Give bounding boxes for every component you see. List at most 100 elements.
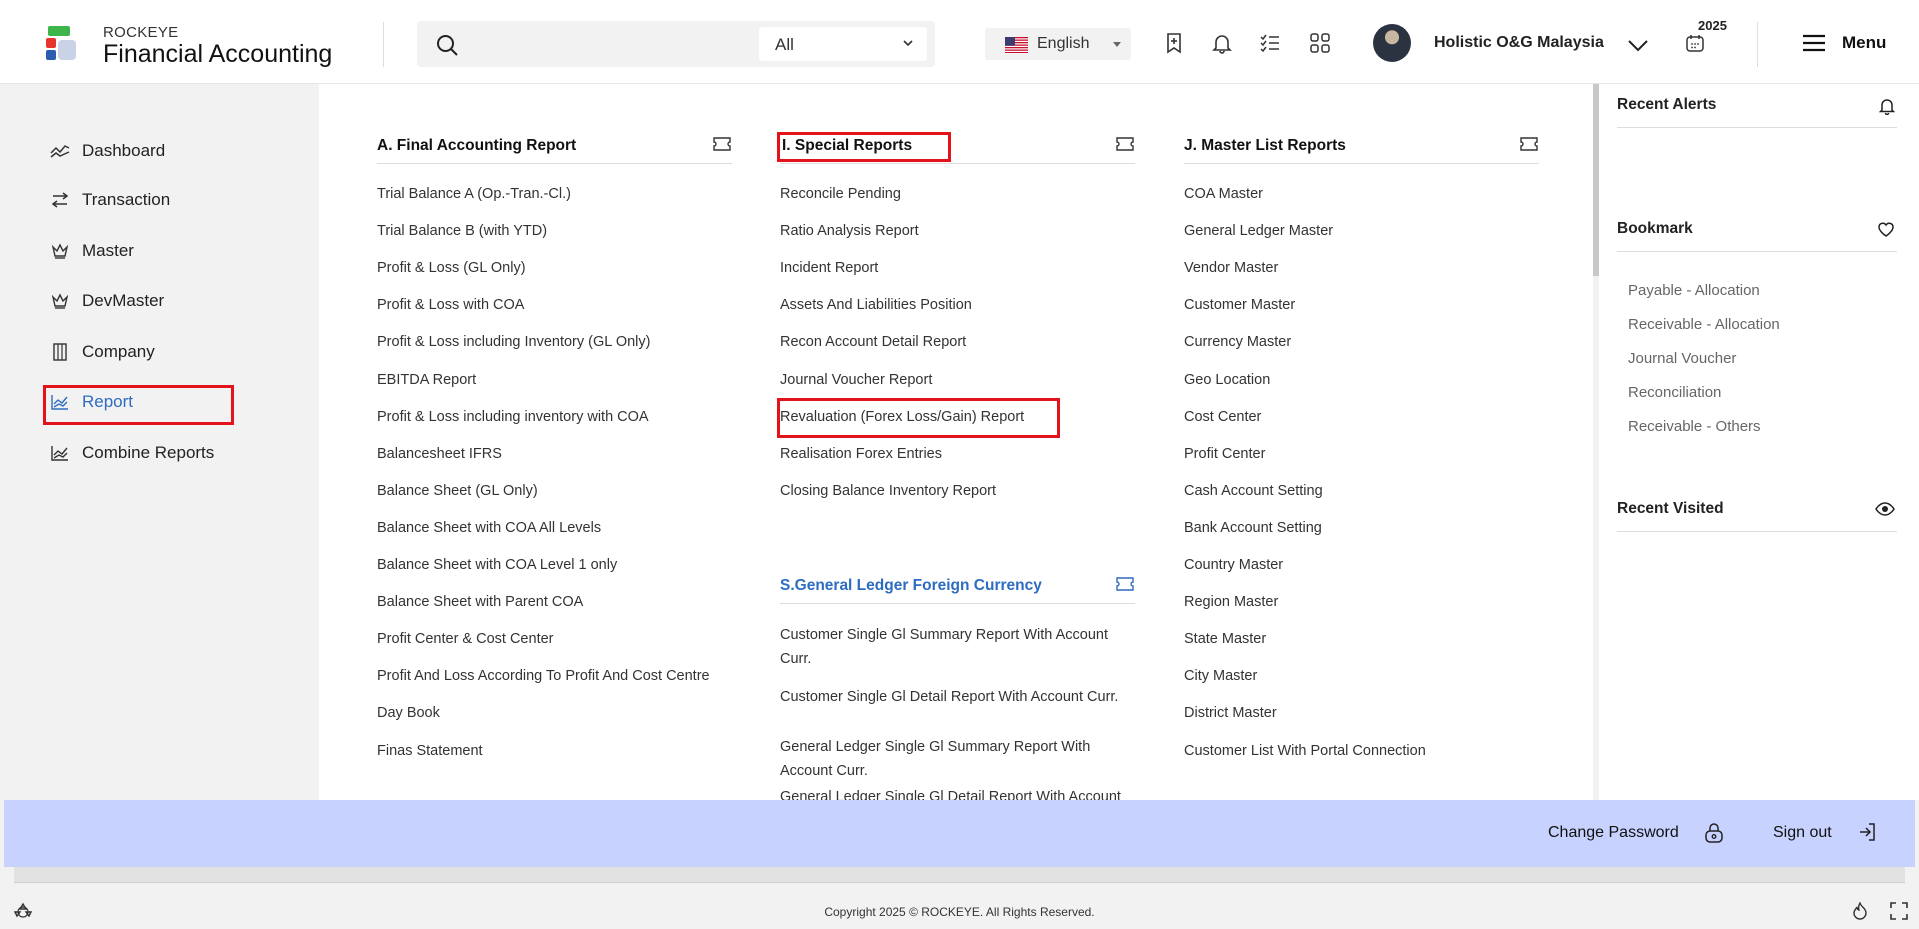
report-link[interactable]: Profit & Loss with COA <box>377 293 732 317</box>
report-link[interactable]: Day Book <box>377 701 732 725</box>
report-link[interactable]: City Master <box>1184 664 1539 688</box>
sign-out-icon[interactable] <box>1858 822 1878 842</box>
fullscreen-icon[interactable] <box>1890 902 1908 920</box>
crown-icon <box>50 241 70 261</box>
report-link[interactable]: Balancesheet IFRS <box>377 442 732 466</box>
report-link[interactable]: Currency Master <box>1184 330 1539 354</box>
bell-icon[interactable] <box>1879 97 1895 115</box>
report-link[interactable]: Recon Account Detail Report <box>780 330 1135 354</box>
search-icon[interactable] <box>435 33 459 62</box>
apps-grid-icon[interactable] <box>1309 32 1331 54</box>
header-divider <box>383 22 384 67</box>
report-link[interactable]: Profit Center <box>1184 442 1539 466</box>
report-link[interactable]: Trial Balance A (Op.-Tran.-Cl.) <box>377 182 732 206</box>
hamburger-menu-icon[interactable] <box>1802 33 1826 53</box>
report-link[interactable]: Cost Center <box>1184 405 1539 429</box>
section-title[interactable]: S.General Ledger Foreign Currency <box>780 577 1042 595</box>
report-link[interactable]: Profit Center & Cost Center <box>377 627 732 651</box>
report-link[interactable]: Country Master <box>1184 553 1539 577</box>
report-link[interactable]: Ratio Analysis Report <box>780 219 1135 243</box>
recent-visited-header: Recent Visited <box>1617 488 1897 532</box>
sidebar-item-master[interactable]: Master <box>50 236 134 266</box>
report-link[interactable]: State Master <box>1184 627 1539 651</box>
eye-icon[interactable] <box>1875 501 1895 517</box>
bookmark-item[interactable]: Payable - Allocation <box>1628 282 1760 299</box>
report-link[interactable]: Assets And Liabilities Position <box>780 293 1135 317</box>
bookmark-item[interactable]: Receivable - Allocation <box>1628 316 1780 333</box>
flame-icon[interactable] <box>1852 902 1868 920</box>
change-password-button[interactable]: Change Password <box>1548 824 1679 842</box>
rockeye-logo[interactable] <box>44 24 84 64</box>
sign-out-button[interactable]: Sign out <box>1773 824 1832 842</box>
global-search[interactable]: All <box>417 21 935 67</box>
report-link[interactable]: General Ledger Single Gl Summary Report … <box>780 735 1135 783</box>
ticket-icon[interactable] <box>712 136 732 152</box>
sidebar-item-devmaster[interactable]: DevMaster <box>50 286 164 316</box>
report-link[interactable]: Geo Location <box>1184 368 1539 392</box>
report-link[interactable]: Finas Statement <box>377 739 732 763</box>
brand-name: ROCKEYE <box>103 24 179 41</box>
report-link[interactable]: Bank Account Setting <box>1184 516 1539 540</box>
section-title: A. Final Accounting Report <box>377 136 577 154</box>
calendar-icon[interactable] <box>1685 33 1705 53</box>
sidebar-item-label: DevMaster <box>82 291 165 310</box>
sidebar-item-company[interactable]: Company <box>50 337 155 367</box>
report-link[interactable]: Profit And Loss According To Profit And … <box>377 664 732 688</box>
ticket-icon[interactable] <box>1519 136 1539 152</box>
language-select[interactable]: English <box>985 28 1131 60</box>
menu-button[interactable]: Menu <box>1842 33 1886 53</box>
report-link[interactable]: Realisation Forex Entries <box>780 442 1135 466</box>
recent-alerts-header: Recent Alerts <box>1617 84 1897 128</box>
language-label: English <box>1037 35 1090 52</box>
bookmark-item[interactable]: Reconciliation <box>1628 384 1721 401</box>
report-link[interactable]: Customer List With Portal Connection <box>1184 739 1539 763</box>
report-link[interactable]: Balance Sheet (GL Only) <box>377 479 732 503</box>
report-link[interactable]: Cash Account Setting <box>1184 479 1539 503</box>
search-scope-select[interactable]: All <box>759 27 927 61</box>
sidebar-item-dashboard[interactable]: Dashboard <box>50 136 165 166</box>
report-link[interactable]: Profit & Loss (GL Only) <box>377 256 732 280</box>
bookmark-item[interactable]: Receivable - Others <box>1628 418 1761 435</box>
chevron-down-icon[interactable] <box>1626 35 1650 55</box>
checklist-icon[interactable] <box>1259 32 1281 54</box>
report-link[interactable]: General Ledger Single Gl Detail Report W… <box>780 785 1135 800</box>
report-link[interactable]: Incident Report <box>780 256 1135 280</box>
chart-icon <box>50 443 70 463</box>
ticket-icon[interactable] <box>1115 576 1135 592</box>
ticket-icon[interactable] <box>1115 136 1135 152</box>
sidebar-item-transaction[interactable]: Transaction <box>50 185 170 215</box>
chevron-down-icon <box>903 40 913 47</box>
report-link[interactable]: Balance Sheet with Parent COA <box>377 590 732 614</box>
report-link[interactable]: Region Master <box>1184 590 1539 614</box>
sidebar: Dashboard Transaction Master DevMaster C… <box>0 84 319 800</box>
report-link[interactable]: Journal Voucher Report <box>780 368 1135 392</box>
report-link[interactable]: Trial Balance B (with YTD) <box>377 219 732 243</box>
report-link[interactable]: Profit & Loss including Inventory (GL On… <box>377 330 732 354</box>
building-icon <box>50 342 70 362</box>
report-link[interactable]: Balance Sheet with COA All Levels <box>377 516 732 540</box>
report-link[interactable]: Balance Sheet with COA Level 1 only <box>377 553 732 577</box>
report-link[interactable]: Customer Single Gl Detail Report With Ac… <box>780 685 1135 709</box>
report-link[interactable]: District Master <box>1184 701 1539 725</box>
report-link[interactable]: Profit & Loss including inventory with C… <box>377 405 732 429</box>
lock-icon[interactable] <box>1703 822 1725 844</box>
sidebar-item-combine-reports[interactable]: Combine Reports <box>50 438 214 468</box>
report-link[interactable]: EBITDA Report <box>377 368 732 392</box>
report-link[interactable]: Closing Balance Inventory Report <box>780 479 1135 503</box>
report-link[interactable]: Vendor Master <box>1184 256 1539 280</box>
report-link[interactable]: Customer Single Gl Summary Report With A… <box>780 623 1135 671</box>
bell-icon[interactable] <box>1211 32 1233 54</box>
report-link[interactable]: COA Master <box>1184 182 1539 206</box>
add-bookmark-icon[interactable] <box>1163 32 1185 54</box>
report-link[interactable]: Customer Master <box>1184 293 1539 317</box>
app-title: Financial Accounting <box>103 40 333 68</box>
sidebar-item-label: Master <box>82 241 134 260</box>
section-header: J. Master List Reports <box>1184 128 1539 164</box>
user-avatar[interactable] <box>1373 24 1411 62</box>
us-flag-icon <box>1005 37 1028 53</box>
bookmark-item[interactable]: Journal Voucher <box>1628 350 1736 367</box>
company-name[interactable]: Holistic O&G Malaysia <box>1434 34 1604 52</box>
report-link[interactable]: Reconcile Pending <box>780 182 1135 206</box>
heart-icon[interactable] <box>1877 221 1895 237</box>
report-link[interactable]: General Ledger Master <box>1184 219 1539 243</box>
